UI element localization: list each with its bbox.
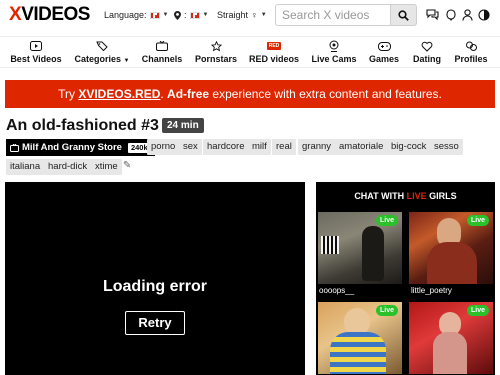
chevron-down-icon: ▼ [162,12,169,18]
loading-error-text: Loading error [102,278,207,295]
cam-username[interactable]: little_poetry [411,286,452,296]
tv-icon [156,41,168,51]
tag-italiana[interactable]: italiana [6,159,45,175]
tag-amatoriale[interactable]: amatoriale [335,139,388,155]
play-square-icon [30,41,42,51]
location-selector[interactable]: : ▼ [174,9,208,21]
live-cam-thumbnail[interactable]: Live [409,302,493,374]
top-header: XVIDEOS Language: ▼ : ▼ Straight ♀ ▼ Sea… [0,0,500,34]
user-icon[interactable] [460,8,474,22]
site-logo[interactable]: XVIDEOS [9,5,90,25]
female-symbol-icon: ♀ [251,10,258,20]
duration-badge: 24 min [162,118,204,133]
search-icon [398,9,409,21]
retry-button[interactable]: Retry [125,311,185,335]
nav-pornstars[interactable]: Pornstars [186,40,246,65]
qr-code-icon [321,236,339,254]
canada-flag-icon [149,11,160,19]
promo-banner[interactable]: Try XVIDEOS.RED. Ad-free experience with… [5,80,495,108]
tag-granny[interactable]: granny [298,139,336,155]
orientation-label: Straight [217,10,249,20]
cam-username[interactable]: oooops__ [319,286,354,296]
tag-hardcore[interactable]: hardcore [203,139,249,155]
dark-mode-icon[interactable] [477,8,491,22]
chevron-down-icon: ▼ [123,58,130,64]
live-chat-panel: CHAT WITH LIVE GIRLS Live oooops__ Live … [316,182,495,375]
search-input[interactable]: Search X videos [275,4,391,26]
nav-best-videos[interactable]: Best Videos [6,40,66,65]
gamepad-icon [377,41,391,51]
main-nav: Best Videos Categories ▼ Channels Pornst… [0,36,500,68]
tag-real[interactable]: real [272,139,296,155]
tag-hard-dick[interactable]: hard-dick [44,159,92,175]
notification-icon[interactable] [444,8,458,22]
video-title: An old-fashioned #3 [6,117,159,134]
nav-categories[interactable]: Categories ▼ [72,40,132,67]
tag-xtime[interactable]: xtime [91,159,122,175]
language-label: Language: [104,10,147,20]
orientation-selector[interactable]: Straight ♀ ▼ [217,9,267,21]
tags-icon [96,41,108,51]
tag-porno[interactable]: porno [147,139,180,155]
live-cam-thumbnail[interactable]: Live [318,302,402,374]
language-selector[interactable]: Language: ▼ [104,9,169,21]
faces-icon [465,41,477,51]
tag-sex[interactable]: sex [179,139,202,155]
location-pin-icon [174,10,181,20]
live-cam-thumbnail[interactable]: Live [409,212,493,284]
search-button[interactable] [390,4,417,26]
nav-channels[interactable]: Channels [132,40,192,65]
tag-big-cock[interactable]: big-cock [387,139,431,155]
webcam-icon [329,40,339,52]
live-panel-heading: CHAT WITH LIVE GIRLS [354,191,457,201]
canada-flag-icon [189,11,200,19]
uploader-button[interactable]: Milf And Granny Store 240k [6,139,155,156]
chat-icon[interactable] [425,8,439,22]
nav-profiles[interactable]: Profiles [441,40,500,65]
uploader-name: Milf And Granny Store [22,142,122,153]
promo-link[interactable]: XVIDEOS.RED [78,87,160,101]
nav-red-videos[interactable]: RED RED videos [244,40,304,65]
star-icon [210,40,222,51]
live-badge: Live [375,215,398,226]
tag-milf[interactable]: milf [248,139,271,155]
channel-icon [10,143,19,152]
live-badge: Live [466,215,489,226]
red-icon: RED [266,42,282,50]
tag-sesso[interactable]: sesso [430,139,463,155]
edit-tags-icon[interactable]: ✎ [123,160,131,171]
live-badge: Live [375,305,398,316]
video-player[interactable]: Loading error Retry [5,182,305,375]
live-badge: Live [466,305,489,316]
hearts-icon [421,41,433,52]
chevron-down-icon: ▼ [202,12,209,18]
live-cam-thumbnail[interactable]: Live [318,212,402,284]
chevron-down-icon: ▼ [260,12,267,18]
